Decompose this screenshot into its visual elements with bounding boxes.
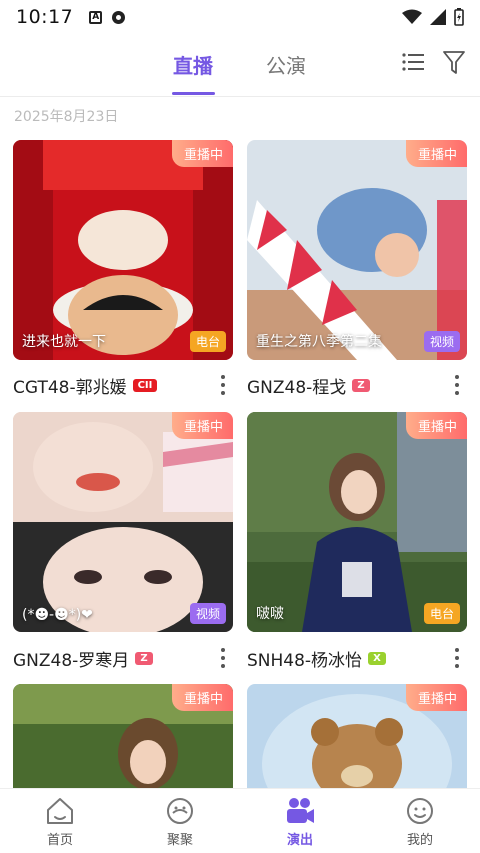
replay-badge: 重播中 (171, 140, 233, 167)
nav-profile[interactable]: 我的 (380, 795, 460, 848)
card-caption: 啵啵 (256, 606, 284, 622)
chat-face-icon (167, 798, 193, 824)
replay-badge: 重播中 (405, 412, 467, 439)
live-card[interactable]: 重播中 进来也就一下 电台 (13, 140, 233, 360)
date-label: 2025年8月23日 (14, 109, 119, 125)
card-caption: 重生之第八季第二集 (256, 334, 382, 350)
card-caption: 进来也就一下 (22, 334, 106, 350)
replay-badge: 重播中 (171, 412, 233, 439)
nav-label: 我的 (406, 833, 433, 848)
live-card[interactable]: 重播中 重生之第八季第二集 视频 (247, 140, 467, 360)
content-type-tag: 电台 (423, 603, 460, 624)
member-name[interactable]: SNH48-杨冰怡 (247, 646, 362, 671)
active-tab-indicator (172, 92, 215, 95)
card-thumbnail (13, 140, 233, 360)
team-badge: X (368, 651, 386, 665)
nav-performance[interactable]: 演出 (260, 795, 340, 848)
nav-label: 首页 (46, 833, 73, 848)
member-name[interactable]: GNZ48-程戈 (247, 373, 346, 398)
bottom-navigation: 首页 聚聚 演出 我的 (0, 788, 480, 853)
member-name[interactable]: GNZ48-罗寒月 (13, 646, 129, 671)
more-options-icon[interactable] (449, 373, 465, 397)
tab-live[interactable]: 直播 (173, 50, 213, 79)
header-divider (0, 96, 480, 97)
live-card[interactable]: 重播中 啵啵 电台 (247, 412, 467, 632)
wifi-icon (402, 9, 422, 24)
live-card[interactable]: 重播中 (247, 684, 467, 788)
notification-a-icon: A (89, 10, 103, 24)
live-card[interactable]: 重播中 (*☻-☻*)❤ 视频 (13, 412, 233, 632)
card-meta: SNH48-杨冰怡 X (247, 644, 467, 672)
filter-icon[interactable] (442, 50, 466, 76)
content-type-tag: 视频 (189, 603, 226, 624)
more-options-icon[interactable] (449, 646, 465, 670)
top-nav: 直播 公演 (0, 34, 480, 96)
status-time: 10:17 (16, 6, 74, 28)
card-meta: CGT48-郭兆媛 CII (13, 371, 233, 399)
notification-circle-icon (112, 10, 126, 24)
card-meta: GNZ48-罗寒月 Z (13, 644, 233, 672)
card-thumbnail (247, 412, 467, 632)
tab-performance[interactable]: 公演 (266, 50, 306, 79)
nav-label: 演出 (286, 833, 313, 848)
signal-icon (430, 9, 446, 25)
live-card[interactable]: 重播中 (13, 684, 233, 788)
nav-home[interactable]: 首页 (20, 795, 100, 848)
replay-badge: 重播中 (405, 684, 467, 711)
nav-label: 聚聚 (166, 833, 193, 848)
home-icon (47, 798, 73, 824)
replay-badge: 重播中 (405, 140, 467, 167)
list-icon[interactable] (401, 50, 425, 74)
team-badge: CII (132, 378, 158, 392)
content-type-tag: 电台 (189, 331, 226, 352)
more-options-icon[interactable] (215, 646, 231, 670)
more-options-icon[interactable] (215, 373, 231, 397)
status-bar: 10:17 A (0, 0, 480, 34)
replay-badge: 重播中 (171, 684, 233, 711)
content-type-tag: 视频 (423, 331, 460, 352)
card-thumbnail (13, 412, 233, 632)
video-camera-icon (287, 798, 314, 823)
battery-icon (454, 8, 464, 26)
card-caption: (*☻-☻*)❤ (22, 607, 93, 623)
team-badge: Z (352, 378, 370, 392)
card-meta: GNZ48-程戈 Z (247, 371, 467, 399)
card-thumbnail (247, 140, 467, 360)
nav-gathering[interactable]: 聚聚 (140, 795, 220, 848)
team-badge: Z (135, 651, 153, 665)
profile-face-icon (407, 798, 433, 824)
member-name[interactable]: CGT48-郭兆媛 (13, 373, 127, 398)
